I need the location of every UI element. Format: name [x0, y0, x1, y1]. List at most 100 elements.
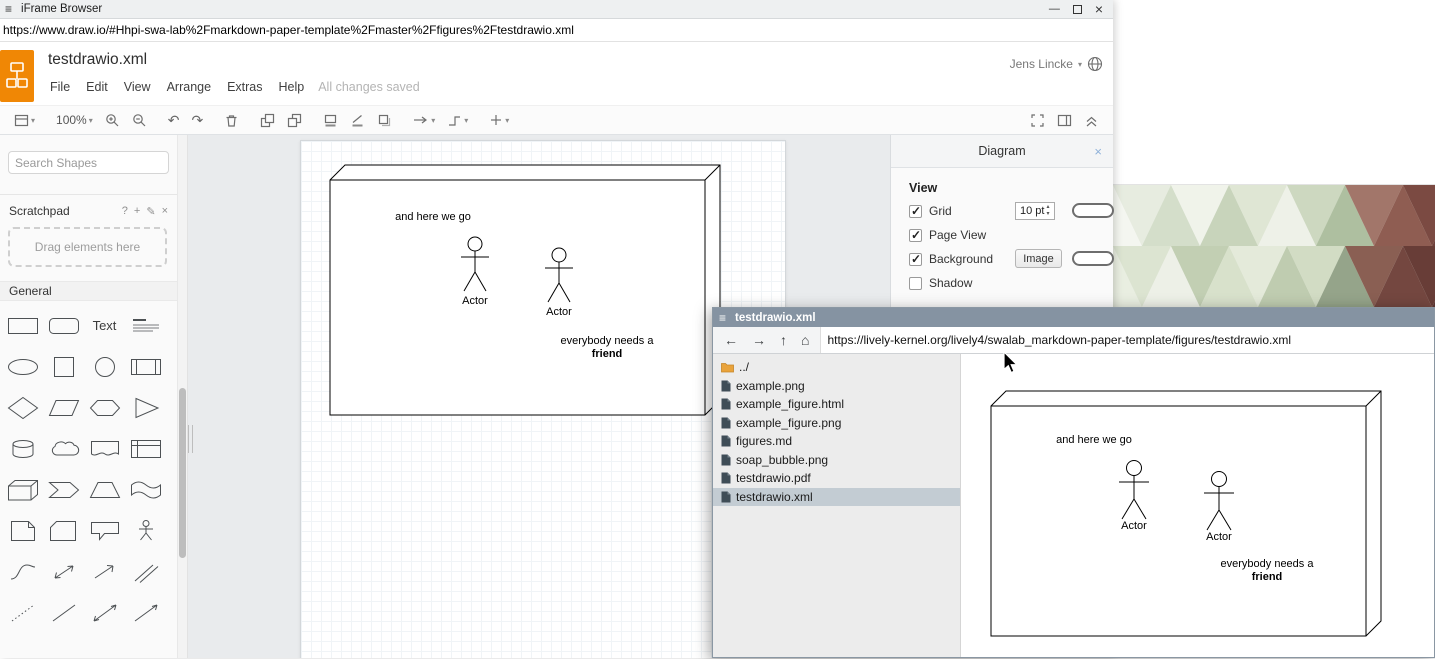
window-titlebar[interactable]: ≡ iFrame Browser — ×: [0, 0, 1113, 19]
shape-curve[interactable]: [2, 551, 43, 592]
shape-triangle[interactable]: [125, 387, 166, 428]
zoom-in-button[interactable]: [99, 108, 126, 132]
menu-file[interactable]: File: [42, 78, 78, 96]
shadow-button[interactable]: [371, 108, 398, 132]
shadow-checkbox[interactable]: [909, 277, 922, 290]
maximize-button[interactable]: [1073, 5, 1082, 14]
shape-cylinder[interactable]: [2, 428, 43, 469]
back-icon[interactable]: ←: [724, 332, 738, 348]
close-button[interactable]: ×: [1095, 4, 1103, 15]
waypoints-button[interactable]: ▾: [441, 108, 474, 132]
shape-tape[interactable]: [125, 469, 166, 510]
file-row[interactable]: example_figure.png: [713, 414, 960, 433]
zoom-level-button[interactable]: 100% ▾: [50, 108, 99, 132]
close-icon[interactable]: ×: [162, 205, 168, 218]
shape-circle[interactable]: [84, 346, 125, 387]
close-panel-icon[interactable]: ×: [1094, 135, 1102, 168]
file-row[interactable]: ../: [713, 358, 960, 377]
spinner-up-icon[interactable]: ▴: [1046, 204, 1049, 211]
shape-step[interactable]: [43, 469, 84, 510]
shape-cloud[interactable]: [43, 428, 84, 469]
shape-arrow[interactable]: [84, 551, 125, 592]
line-color-button[interactable]: [344, 108, 371, 132]
sidebar-scrollbar[interactable]: [178, 135, 188, 658]
tab-diagram[interactable]: Diagram: [891, 135, 1113, 168]
grid-size-input[interactable]: 10 pt ▴ ▾: [1015, 202, 1055, 220]
collapse-toolbar-icon[interactable]: [1084, 113, 1099, 128]
shape-text[interactable]: Text: [84, 305, 125, 346]
menu-arrange[interactable]: Arrange: [159, 78, 219, 96]
file-row[interactable]: testdrawio.pdf: [713, 469, 960, 488]
spinner-down-icon[interactable]: ▾: [1046, 211, 1049, 218]
shape-actor[interactable]: [125, 510, 166, 551]
shape-note[interactable]: [2, 510, 43, 551]
view-style-button[interactable]: ▾: [8, 108, 41, 132]
to-front-button[interactable]: [254, 108, 281, 132]
shape-textbox[interactable]: [125, 305, 166, 346]
redo-button[interactable]: ↷: [185, 108, 209, 132]
help-icon[interactable]: ?: [122, 205, 128, 218]
home-icon[interactable]: ⌂: [801, 332, 809, 348]
file-row[interactable]: soap_bubble.png: [713, 451, 960, 470]
add-icon[interactable]: +: [134, 205, 140, 218]
menu-view[interactable]: View: [116, 78, 159, 96]
scrollbar-thumb[interactable]: [179, 388, 186, 558]
shape-card[interactable]: [43, 510, 84, 551]
browser-url-bar[interactable]: https://www.draw.io/#Hhpi-swa-lab%2Fmark…: [0, 19, 1113, 42]
window-titlebar[interactable]: ≡ testdrawio.xml: [713, 308, 1434, 327]
zoom-out-button[interactable]: [126, 108, 153, 132]
shape-callout[interactable]: [84, 510, 125, 551]
to-back-button[interactable]: [281, 108, 308, 132]
shape-search[interactable]: [8, 151, 169, 174]
shape-internal-storage[interactable]: [125, 428, 166, 469]
user-menu[interactable]: Jens Lincke ▾: [1010, 56, 1103, 72]
shape-parallelogram[interactable]: [43, 387, 84, 428]
file-row[interactable]: figures.md: [713, 432, 960, 451]
shape-trapezoid[interactable]: [84, 469, 125, 510]
hamburger-icon[interactable]: ≡: [719, 311, 726, 325]
forward-icon[interactable]: →: [752, 332, 766, 348]
up-icon[interactable]: ↑: [780, 332, 787, 348]
menu-edit[interactable]: Edit: [78, 78, 116, 96]
file-row[interactable]: example.png: [713, 377, 960, 396]
shape-bidirectional-connector[interactable]: [84, 592, 125, 633]
insert-button[interactable]: ▾: [483, 108, 515, 132]
connection-button[interactable]: ▾: [407, 108, 441, 132]
shape-diamond[interactable]: [2, 387, 43, 428]
background-checkbox[interactable]: [909, 253, 922, 266]
shape-square[interactable]: [43, 346, 84, 387]
hamburger-icon[interactable]: ≡: [5, 2, 12, 16]
scratchpad-drop-area[interactable]: Drag elements here: [8, 227, 167, 267]
page-view-checkbox[interactable]: [909, 229, 922, 242]
file-row[interactable]: example_figure.html: [713, 395, 960, 414]
shape-rounded-rectangle[interactable]: [43, 305, 84, 346]
grid-color-swatch[interactable]: [1072, 203, 1114, 218]
grid-checkbox[interactable]: [909, 205, 922, 218]
edit-pencil-icon[interactable]: ✎: [146, 205, 155, 218]
background-color-swatch[interactable]: [1072, 251, 1114, 266]
shape-cube[interactable]: [2, 469, 43, 510]
background-image-button[interactable]: Image: [1015, 249, 1062, 268]
minimize-button[interactable]: —: [1049, 4, 1060, 15]
shape-link[interactable]: [125, 551, 166, 592]
shape-directional-connector[interactable]: [125, 592, 166, 633]
globe-icon[interactable]: [1087, 56, 1103, 72]
shape-hexagon[interactable]: [84, 387, 125, 428]
shape-document[interactable]: [84, 428, 125, 469]
shape-bidirectional-arrow[interactable]: [43, 551, 84, 592]
search-input[interactable]: [9, 156, 174, 170]
menu-extras[interactable]: Extras: [219, 78, 270, 96]
file-url-bar[interactable]: https://lively-kernel.org/lively4/swalab…: [820, 327, 1434, 353]
shape-rectangle[interactable]: [2, 305, 43, 346]
shape-process[interactable]: [125, 346, 166, 387]
section-general[interactable]: General: [0, 281, 177, 301]
undo-button[interactable]: ↶: [162, 108, 186, 132]
shape-line[interactable]: [43, 592, 84, 633]
shape-dashed-line[interactable]: [2, 592, 43, 633]
delete-button[interactable]: [218, 108, 245, 132]
fullscreen-icon[interactable]: [1030, 113, 1045, 128]
format-panel-toggle-icon[interactable]: [1057, 113, 1072, 128]
file-row-selected[interactable]: testdrawio.xml: [713, 488, 960, 507]
menu-help[interactable]: Help: [271, 78, 313, 96]
shape-ellipse[interactable]: [2, 346, 43, 387]
